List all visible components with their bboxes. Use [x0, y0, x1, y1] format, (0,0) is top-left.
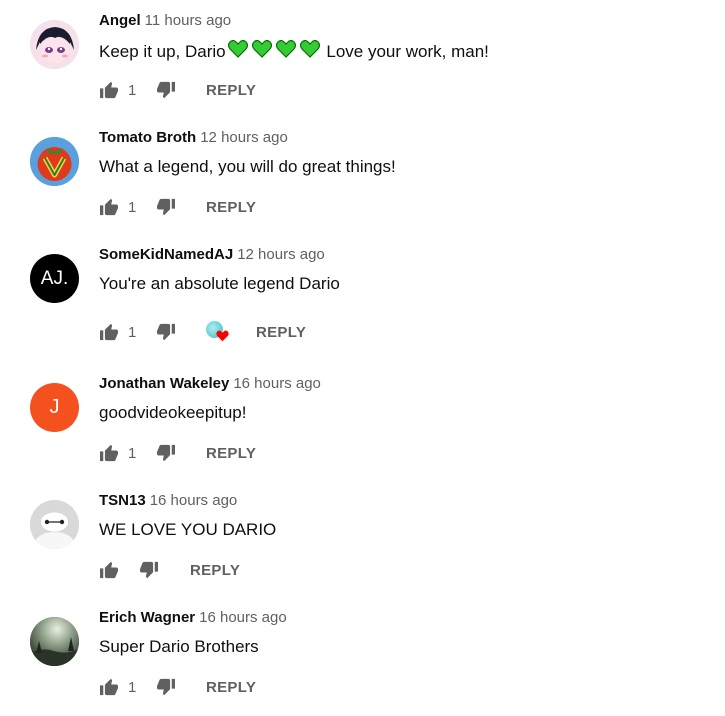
comment-text-end: Love your work, man! [321, 41, 489, 61]
author-name[interactable]: Erich Wagner [99, 609, 195, 626]
reply-button[interactable]: REPLY [190, 562, 240, 579]
comment-text: goodvideokeepitup! [99, 403, 247, 422]
avatar[interactable] [30, 137, 79, 186]
comment-text: You're an absolute legend Dario [99, 274, 340, 293]
comment-header: Tomato Broth 12 hours ago [99, 129, 288, 146]
comment-header: Erich Wagner 16 hours ago [99, 609, 287, 626]
comment-actions: 1 REPLY [99, 78, 256, 102]
like-button[interactable] [99, 81, 119, 99]
green-heart-icon [251, 39, 272, 63]
thumbs-down-icon [157, 81, 175, 99]
dislike-button[interactable] [156, 444, 176, 462]
comment-header: TSN13 16 hours ago [99, 492, 237, 509]
comment-text-start: Keep it up, Dario [99, 41, 226, 61]
dislike-button[interactable] [139, 561, 159, 579]
comment-time[interactable]: 12 hours ago [237, 246, 325, 263]
like-count: 1 [128, 678, 137, 696]
avatar-label: J [49, 396, 60, 418]
comment-text: Keep it up, Dario Love your work, man! [99, 39, 489, 63]
comment-header: Angel 11 hours ago [99, 12, 231, 29]
thumbs-up-icon [100, 678, 118, 696]
author-name[interactable]: Angel [99, 12, 141, 29]
thumbs-down-icon [157, 198, 175, 216]
author-name[interactable]: Jonathan Wakeley [99, 375, 229, 392]
comment-header: SomeKidNamedAJ 12 hours ago [99, 246, 325, 263]
comment-time[interactable]: 16 hours ago [233, 375, 321, 392]
comment-actions: 1 REPLY [99, 441, 256, 465]
landscape-avatar-image [30, 617, 79, 666]
thumbs-up-icon [100, 444, 118, 462]
like-count: 1 [128, 81, 137, 99]
author-name[interactable]: TSN13 [99, 492, 146, 509]
thumbs-down-icon [157, 444, 175, 462]
reply-button[interactable]: REPLY [206, 679, 256, 696]
comment-time[interactable]: 16 hours ago [199, 609, 287, 626]
avatar[interactable] [30, 500, 79, 549]
comment-text: Super Dario Brothers [99, 637, 259, 656]
comment-time[interactable]: 12 hours ago [200, 129, 288, 146]
avatar[interactable] [30, 617, 79, 666]
creator-heart-badge [204, 320, 229, 344]
comment-time[interactable]: 11 hours ago [145, 12, 231, 29]
dislike-button[interactable] [156, 198, 176, 216]
like-button[interactable] [99, 198, 119, 216]
comment-actions: 1 REPLY [99, 320, 306, 344]
avatar-label: AJ. [40, 267, 69, 289]
baymax-avatar-image [30, 500, 79, 549]
avatar[interactable] [30, 20, 79, 69]
comment-actions: REPLY [99, 558, 240, 582]
green-heart-icon [227, 39, 248, 63]
author-name[interactable]: SomeKidNamedAJ [99, 246, 233, 263]
like-count: 1 [128, 444, 137, 462]
dislike-button[interactable] [156, 323, 176, 341]
comment-actions: 1 REPLY [99, 195, 256, 219]
thumbs-up-icon [100, 561, 118, 579]
like-button[interactable] [99, 561, 119, 579]
green-heart-icon [275, 39, 296, 63]
comment-actions: 1 REPLY [99, 675, 256, 699]
like-button[interactable] [99, 323, 119, 341]
thumbs-up-icon [100, 323, 118, 341]
like-button[interactable] [99, 444, 119, 462]
dislike-button[interactable] [156, 81, 176, 99]
reply-button[interactable]: REPLY [256, 324, 306, 341]
comment-time[interactable]: 16 hours ago [150, 492, 238, 509]
thumbs-down-icon [157, 323, 175, 341]
anime-avatar-image [30, 20, 79, 69]
like-count: 1 [128, 198, 137, 216]
heart-icon [216, 330, 229, 342]
thumbs-up-icon [100, 81, 118, 99]
comment-text: WE LOVE YOU DARIO [99, 520, 277, 539]
avatar[interactable]: AJ. [30, 254, 79, 303]
thumbs-down-icon [157, 678, 175, 696]
avatar[interactable]: J [30, 383, 79, 432]
reply-button[interactable]: REPLY [206, 445, 256, 462]
green-heart-icon [299, 39, 320, 63]
like-count: 1 [128, 323, 137, 341]
comment-text: What a legend, you will do great things! [99, 157, 396, 176]
dislike-button[interactable] [156, 678, 176, 696]
thumbs-down-icon [140, 561, 158, 579]
tomato-avatar-image [30, 137, 79, 186]
thumbs-up-icon [100, 198, 118, 216]
reply-button[interactable]: REPLY [206, 82, 256, 99]
reply-button[interactable]: REPLY [206, 199, 256, 216]
like-button[interactable] [99, 678, 119, 696]
comment-header: Jonathan Wakeley 16 hours ago [99, 375, 321, 392]
author-name[interactable]: Tomato Broth [99, 129, 196, 146]
